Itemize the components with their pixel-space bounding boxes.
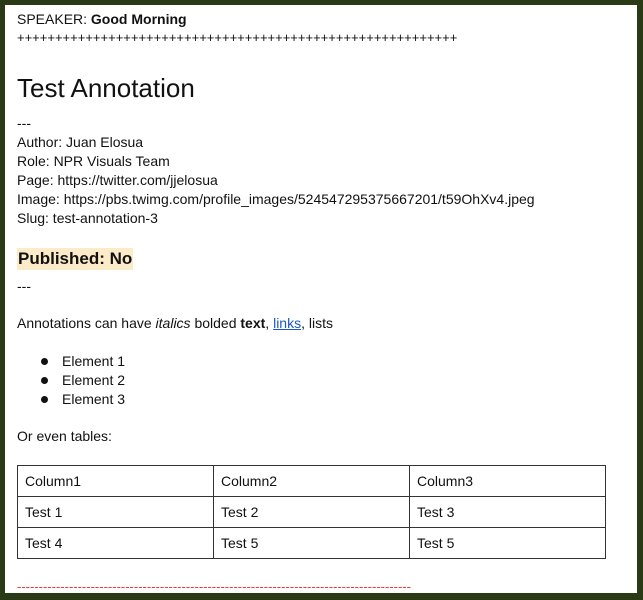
annotation-paragraph: Annotations can have italics bolded text… — [17, 314, 333, 333]
table-header-cell: Column2 — [213, 465, 410, 497]
data-table: Column1 Column2 Column3 Test 1 Test 2 Te… — [17, 465, 606, 559]
para-prefix: Annotations can have — [17, 315, 156, 331]
published-status: Published: No — [17, 248, 134, 270]
para-italic: italics — [155, 315, 191, 331]
list-item: Element 2 — [17, 371, 125, 390]
bullet-icon — [41, 358, 48, 365]
table-row: Test 1 Test 2 Test 3 — [17, 496, 606, 528]
table-cell: Test 5 — [409, 527, 606, 559]
table-cell: Test 1 — [17, 496, 214, 528]
bullet-icon — [41, 396, 48, 403]
meta-block: --- Author: Juan Elosua Role: NPR Visual… — [17, 114, 535, 228]
table-row: Test 4 Test 5 Test 5 — [17, 527, 606, 559]
meta-page: Page: https://twitter.com/jjelosua — [17, 172, 218, 188]
page-title: Test Annotation — [17, 73, 195, 103]
list-item: Element 3 — [17, 390, 125, 409]
para-middle: bolded — [190, 315, 241, 331]
meta-role: Role: NPR Visuals Team — [17, 153, 170, 169]
para-bold: text — [240, 315, 266, 331]
table-header-cell: Column1 — [17, 465, 214, 497]
table-header-row: Column1 Column2 Column3 — [17, 465, 606, 497]
element-list: Element 1 Element 2 Element 3 — [17, 352, 125, 409]
list-item-label: Element 3 — [62, 391, 126, 407]
table-cell: Test 5 — [213, 527, 410, 559]
meta-image: Image: https://pbs.twimg.com/profile_ima… — [17, 191, 535, 207]
dash-separator: ----------------------------------------… — [17, 579, 411, 594]
para-comma: , — [265, 315, 274, 331]
para-link[interactable]: links — [273, 315, 301, 331]
bullet-icon — [41, 377, 48, 384]
meta-slug: Slug: test-annotation-3 — [17, 210, 158, 226]
meta-divider-top: --- — [17, 115, 31, 131]
tables-intro: Or even tables: — [17, 428, 112, 444]
table-cell: Test 3 — [409, 496, 606, 528]
list-item-label: Element 2 — [62, 372, 126, 388]
document-page: SPEAKER: Good Morning ++++++++++++++++++… — [5, 5, 637, 593]
plus-separator: ++++++++++++++++++++++++++++++++++++++++… — [17, 30, 458, 45]
table-cell: Test 4 — [17, 527, 214, 559]
meta-author: Author: Juan Elosua — [17, 134, 144, 150]
meta-divider-bottom: --- — [17, 278, 31, 294]
list-item: Element 1 — [17, 352, 125, 371]
list-item-label: Element 1 — [62, 353, 126, 369]
speaker-label: SPEAKER: — [17, 11, 88, 27]
speaker-name: Good Morning — [90, 11, 187, 27]
para-suffix: , lists — [301, 315, 333, 331]
speaker-line: SPEAKER: Good Morning — [17, 10, 187, 28]
table-header-cell: Column3 — [409, 465, 606, 497]
table-cell: Test 2 — [213, 496, 410, 528]
